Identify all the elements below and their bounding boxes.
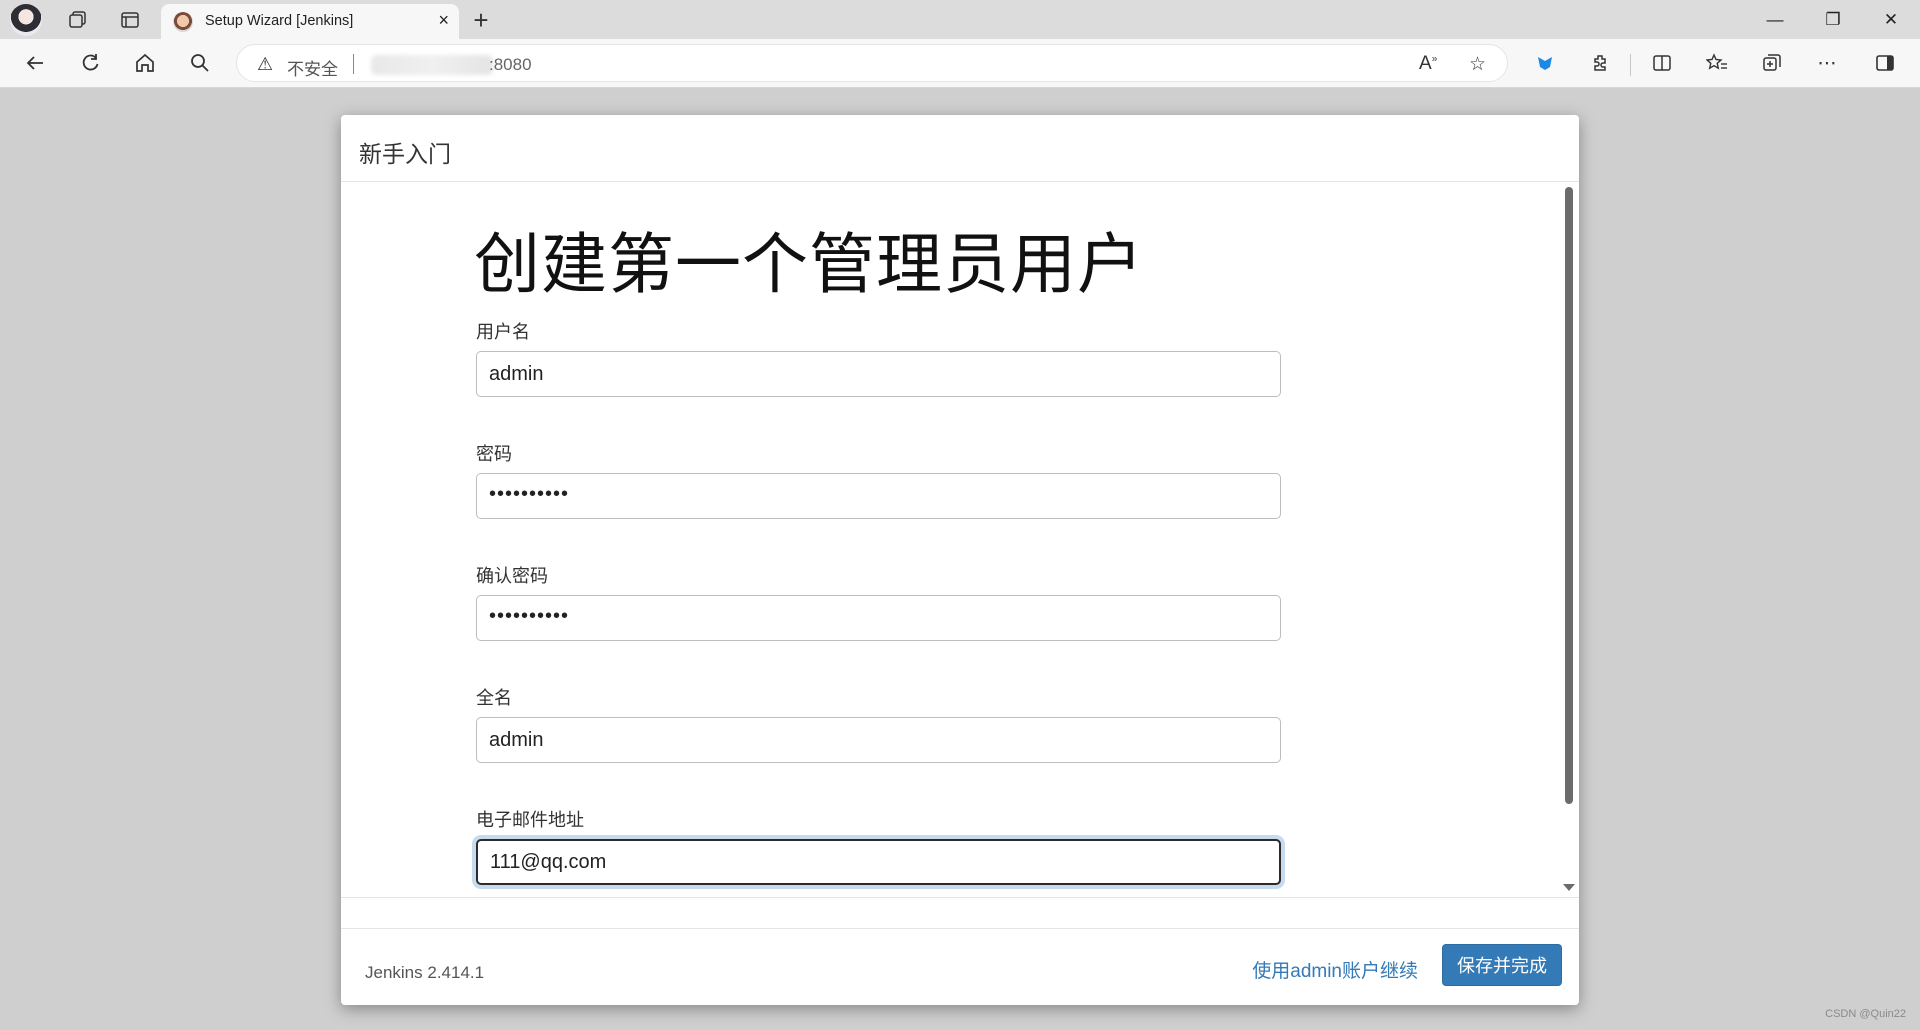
fullname-input[interactable] xyxy=(476,717,1281,763)
restore-button[interactable]: ❐ xyxy=(1804,0,1862,39)
url-text[interactable]: :8080 xyxy=(489,55,532,75)
confirm-password-input[interactable]: •••••••••• xyxy=(476,595,1281,641)
jenkins-favicon-icon xyxy=(173,12,193,32)
dialog-header: 新手入门 xyxy=(341,115,1579,182)
tab-actions-icon[interactable] xyxy=(112,4,148,36)
jenkins-version: Jenkins 2.414.1 xyxy=(365,963,485,982)
collections-icon[interactable] xyxy=(1755,47,1789,79)
tab-setup-wizard[interactable]: Setup Wizard [Jenkins] × xyxy=(161,4,459,39)
email-label: 电子邮件地址 xyxy=(476,810,584,830)
extension-bird-icon[interactable] xyxy=(1528,47,1562,79)
scrollbar-thumb[interactable] xyxy=(1565,187,1573,804)
more-menu-icon[interactable]: ⋯ xyxy=(1810,47,1844,79)
refresh-icon[interactable] xyxy=(72,47,108,79)
dialog-footer: Jenkins 2.414.1 使用admin账户继续 保存并完成 xyxy=(341,897,1579,1005)
dialog-body: 创建第一个管理员用户 用户名 密码 •••••••••• 确认密码 ••••••… xyxy=(341,183,1579,897)
sidebar-toggle-icon[interactable] xyxy=(1868,47,1902,79)
back-icon[interactable] xyxy=(17,47,53,79)
read-aloud-icon[interactable]: A» xyxy=(1419,53,1437,75)
browser-titlebar: Setup Wizard [Jenkins] × + — ❐ ✕ xyxy=(0,0,1920,39)
password-input[interactable]: •••••••••• xyxy=(476,473,1281,519)
scroll-down-arrow-icon[interactable] xyxy=(1563,884,1575,891)
split-screen-icon[interactable] xyxy=(1645,47,1679,79)
save-and-finish-button[interactable]: 保存并完成 xyxy=(1442,944,1562,986)
close-window-button[interactable]: ✕ xyxy=(1862,0,1920,39)
footer-divider xyxy=(341,928,1579,929)
home-icon[interactable] xyxy=(127,47,163,79)
dialog-scrollbar[interactable] xyxy=(1561,183,1579,897)
favorite-star-icon[interactable]: ☆ xyxy=(1469,53,1486,76)
setup-wizard-dialog: 新手入门 创建第一个管理员用户 用户名 密码 •••••••••• 确认密码 •… xyxy=(341,115,1579,1005)
address-bar[interactable]: ⚠ 不安全 :8080 A» ☆ xyxy=(236,44,1508,82)
browser-toolbar: ⚠ 不安全 :8080 A» ☆ ⋯ xyxy=(0,39,1920,88)
fullname-label: 全名 xyxy=(476,688,512,708)
tab-close-icon[interactable]: × xyxy=(438,10,449,31)
username-label: 用户名 xyxy=(476,322,530,342)
new-tab-button[interactable]: + xyxy=(466,4,496,36)
favorites-icon[interactable] xyxy=(1700,47,1734,79)
redacted-host xyxy=(371,55,493,75)
dialog-header-title: 新手入门 xyxy=(359,141,451,167)
extensions-icon[interactable] xyxy=(1584,47,1618,79)
address-separator xyxy=(353,54,354,74)
workspaces-icon[interactable] xyxy=(60,4,96,36)
confirm-password-label: 确认密码 xyxy=(476,566,548,586)
search-icon[interactable] xyxy=(182,47,218,79)
tab-title: Setup Wizard [Jenkins] xyxy=(205,13,354,29)
profile-avatar[interactable] xyxy=(10,4,42,36)
password-label: 密码 xyxy=(476,444,512,464)
username-input[interactable] xyxy=(476,351,1281,397)
minimize-button[interactable]: — xyxy=(1746,0,1804,39)
security-label[interactable]: 不安全 xyxy=(287,55,338,80)
toolbar-separator xyxy=(1630,54,1631,76)
page-title: 创建第一个管理员用户 xyxy=(474,227,1144,301)
email-input[interactable] xyxy=(476,839,1281,885)
watermark: CSDN @Quin22 xyxy=(1825,1008,1906,1020)
continue-as-admin-link[interactable]: 使用admin账户继续 xyxy=(1252,956,1418,983)
warning-icon[interactable]: ⚠ xyxy=(257,54,273,75)
